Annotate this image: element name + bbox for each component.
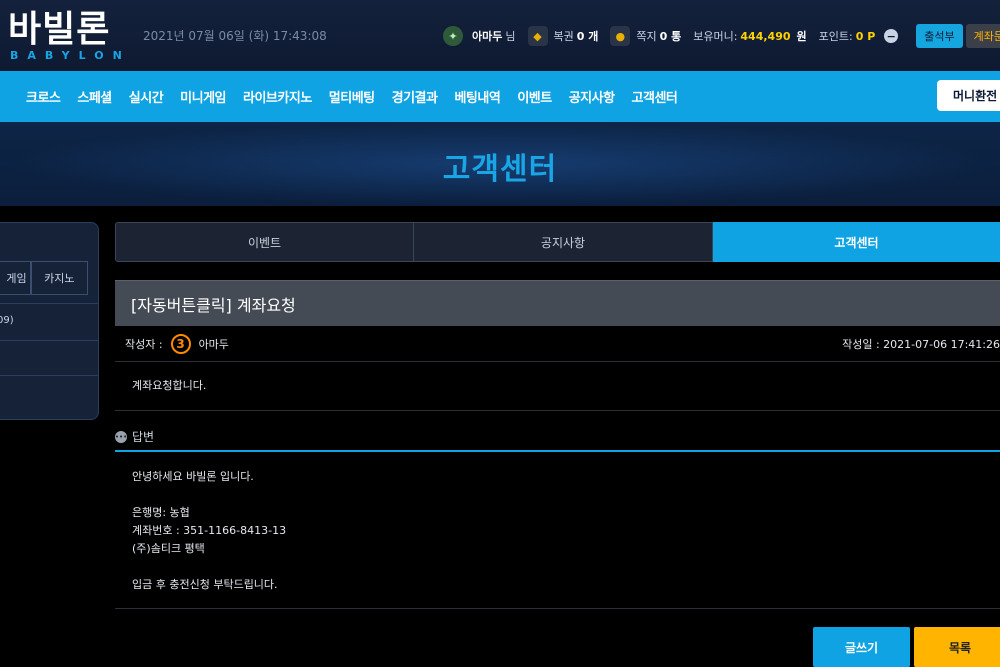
nav-item-event[interactable]: 이벤트 (517, 87, 552, 106)
answer-label: 답변 (132, 430, 155, 444)
coupon-label: 복권 (553, 30, 574, 43)
attendance-button[interactable]: 출석부 (916, 24, 963, 48)
nav-items: 크로스 스페셜 실시간 미니게임 라이브카지노 멀티베팅 경기결과 베팅내역 이… (26, 71, 694, 122)
nav-item-live-casino[interactable]: 라이브카지노 (243, 87, 312, 106)
money-exchange-button[interactable]: 머니환전 (937, 80, 1000, 111)
author-level-badge: 3 (170, 334, 191, 354)
point-value: 0 P (855, 29, 876, 43)
page-title: 고객센터 (442, 152, 558, 187)
money-label: 보유머니: (693, 30, 738, 43)
coupon-icon[interactable]: ◆ (527, 26, 548, 46)
logo-english: BABYLON (10, 49, 131, 62)
post-date: 작성일 : 2021-07-06 17:41:26 (842, 327, 1000, 361)
author-name: 아마두 (198, 338, 229, 351)
answer-account: 계좌번호 : 351-1166-8413-13 (132, 524, 287, 537)
user-name: 아마두 (472, 30, 503, 43)
nav-item-special[interactable]: 스페셜 (77, 87, 112, 106)
point-convert-icon[interactable]: − (884, 29, 899, 43)
coupon-count[interactable]: 0 개 (577, 28, 599, 44)
nav-item-bet-history[interactable]: 베팅내역 (454, 87, 500, 106)
tab-event[interactable]: 이벤트 (115, 222, 414, 262)
nav-item-support[interactable]: 고객센터 (632, 87, 678, 106)
sidebar-divider (0, 375, 98, 376)
tab-notice[interactable]: 공지사항 (414, 222, 713, 262)
message-count[interactable]: 0 통 (660, 28, 682, 44)
point-label: 포인트: (818, 30, 853, 43)
write-button[interactable]: 글쓰기 (813, 627, 910, 667)
sidebar-tabs: 게임 카지노 (0, 261, 88, 295)
author-label: 작성자 : (125, 338, 163, 351)
money-unit: 원 (796, 30, 807, 43)
tab-support[interactable]: 고객센터 (713, 222, 1000, 262)
page-banner: 고객센터 (0, 122, 1000, 206)
date-value: 2021-07-06 17:41:26 (883, 337, 1000, 351)
nav-item-results[interactable]: 경기결과 (392, 87, 438, 106)
money-value: 444,490 (740, 29, 791, 43)
logo[interactable]: 바빌론 BABYLON (8, 10, 131, 62)
post-title: [자동버튼클릭] 계좌요청 (115, 280, 1000, 326)
user-info-bar: ✦ 아마두 님 ◆ 복권 0 개 ● 쪽지 0 통 보유머니: 444,490 … (443, 24, 1000, 48)
logo-korean: 바빌론 (8, 9, 111, 50)
answer-holder: (주)솜티크 평택 (132, 542, 205, 555)
answer-header: ••• 답변 (115, 428, 1000, 452)
current-datetime: 2021년 07월 06일 (화) 17:43:08 (143, 29, 327, 43)
left-sidebar: 게임 카지노 09) (0, 222, 99, 420)
sidebar-tab-casino[interactable]: 카지노 (30, 261, 88, 295)
date-label: 작성일 : (842, 338, 880, 351)
board-tabs: 이벤트 공지사항 고객센터 (115, 222, 1000, 262)
top-header: 바빌론 BABYLON 2021년 07월 06일 (화) 17:43:08 ✦… (0, 0, 1000, 72)
answer-divider (115, 608, 1000, 609)
answer-body: 안녕하세요 바빌론 입니다. 은행명: 농협 계좌번호 : 351-1166-8… (132, 468, 286, 594)
answer-closing: 입금 후 충전신청 부탁드립니다. (132, 578, 278, 591)
list-button[interactable]: 목록 (914, 627, 1000, 667)
nav-item-multi-betting[interactable]: 멀티베팅 (329, 87, 375, 106)
sidebar-tab-minigame[interactable]: 게임 (0, 261, 31, 295)
sidebar-divider (0, 303, 98, 304)
nav-item-notice[interactable]: 공지사항 (569, 87, 615, 106)
nav-item-live[interactable]: 실시간 (129, 87, 164, 106)
answer-greeting: 안녕하세요 바빌론 입니다. (132, 470, 254, 483)
post-body: 계좌요청합니다. (132, 379, 207, 392)
main-nav: 크로스 스페셜 실시간 미니게임 라이브카지노 멀티베팅 경기결과 베팅내역 이… (0, 71, 1000, 122)
answer-spacer (132, 558, 286, 576)
nav-item-cross[interactable]: 크로스 (26, 87, 61, 106)
sidebar-row-text[interactable]: 09) (0, 315, 14, 326)
sidebar-divider (0, 340, 98, 341)
answer-spacer (132, 486, 286, 504)
chat-bubble-icon: ••• (114, 431, 128, 443)
user-level-icon: ✦ (443, 26, 463, 46)
answer-bank: 은행명: 농협 (132, 506, 190, 519)
message-label: 쪽지 (636, 30, 657, 43)
account-inquiry-button[interactable]: 계좌문의 (965, 24, 1000, 48)
nav-item-minigame[interactable]: 미니게임 (180, 87, 226, 106)
user-name-suffix: 님 (505, 30, 516, 43)
post-meta: 작성자 : 3 아마두 작성일 : 2021-07-06 17:41:26 (115, 327, 1000, 362)
message-icon[interactable]: ● (610, 26, 631, 46)
post-divider (115, 410, 1000, 411)
